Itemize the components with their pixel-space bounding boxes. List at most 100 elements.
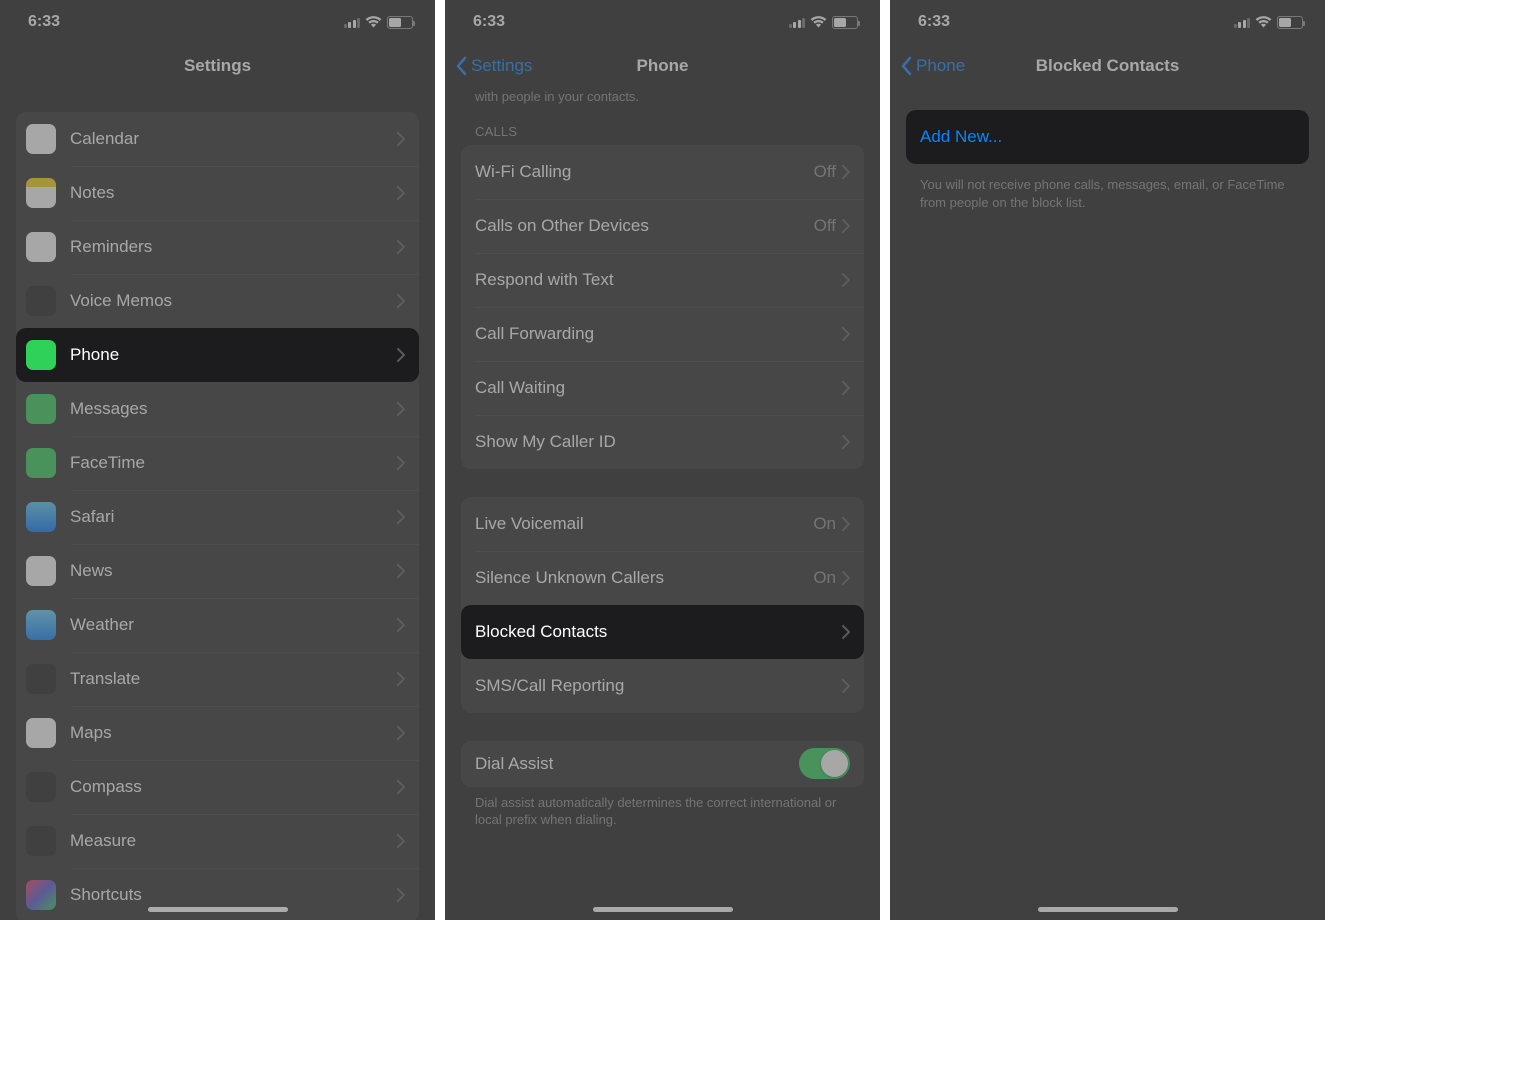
settings-row-voicememos[interactable]: Voice Memos [16, 274, 419, 328]
phone-row-respond-with-text[interactable]: Respond with Text [461, 253, 864, 307]
chevron-right-icon [842, 435, 850, 449]
settings-row-label: FaceTime [70, 453, 397, 473]
home-indicator[interactable] [593, 907, 733, 912]
settings-row-label: Messages [70, 399, 397, 419]
safari-icon [26, 502, 56, 532]
news-icon [26, 556, 56, 586]
blocked-footer: You will not receive phone calls, messag… [906, 164, 1309, 211]
settings-row-label: Maps [70, 723, 397, 743]
messages-icon [26, 394, 56, 424]
row-value: On [813, 514, 836, 534]
phone-settings-list[interactable]: with people in your contacts. CALLS Wi-F… [445, 88, 880, 920]
nav-bar: Settings [0, 44, 435, 88]
chevron-right-icon [397, 510, 405, 524]
screen-blocked-contacts: 6:33 48 Phone Blocked Contacts Add New..… [890, 0, 1325, 920]
status-right: 48 [344, 16, 414, 29]
settings-row-maps[interactable]: Maps [16, 706, 419, 760]
row-label: Call Waiting [475, 378, 842, 398]
back-button[interactable]: Phone [900, 44, 965, 88]
add-new-label: Add New... [920, 127, 1002, 147]
blocked-contacts-content[interactable]: Add New... You will not receive phone ca… [890, 88, 1325, 920]
settings-row-weather[interactable]: Weather [16, 598, 419, 652]
dial-assist-toggle[interactable] [799, 748, 850, 779]
dial-assist-label: Dial Assist [475, 754, 799, 774]
maps-icon [26, 718, 56, 748]
status-right: 48 [1234, 16, 1304, 29]
settings-row-phone[interactable]: Phone [16, 328, 419, 382]
calls-section-header: CALLS [461, 106, 864, 145]
settings-row-label: News [70, 561, 397, 581]
phone-row-show-my-caller-id[interactable]: Show My Caller ID [461, 415, 864, 469]
dial-assist-footer: Dial assist automatically determines the… [461, 787, 864, 829]
row-value: Off [814, 162, 836, 182]
settings-row-compass[interactable]: Compass [16, 760, 419, 814]
settings-row-measure[interactable]: Measure [16, 814, 419, 868]
status-bar: 6:33 48 [890, 0, 1325, 44]
settings-row-label: Voice Memos [70, 291, 397, 311]
phone-icon [26, 340, 56, 370]
settings-row-label: Reminders [70, 237, 397, 257]
signal-icon [344, 17, 361, 28]
phone-row-live-voicemail[interactable]: Live VoicemailOn [461, 497, 864, 551]
phone-row-wi-fi-calling[interactable]: Wi-Fi CallingOff [461, 145, 864, 199]
chevron-right-icon [842, 517, 850, 531]
settings-row-reminders[interactable]: Reminders [16, 220, 419, 274]
dial-assist-row[interactable]: Dial Assist [461, 741, 864, 787]
status-time: 6:33 [473, 13, 505, 31]
back-button[interactable]: Settings [455, 44, 532, 88]
home-indicator[interactable] [148, 907, 288, 912]
settings-list[interactable]: CalendarNotes Reminders Voice Memos Phone Me… [0, 88, 435, 920]
translate-icon [26, 664, 56, 694]
chevron-right-icon [397, 240, 405, 254]
settings-row-label: Compass [70, 777, 397, 797]
settings-row-label: Measure [70, 831, 397, 851]
row-label: Blocked Contacts [475, 622, 842, 642]
notes-icon [26, 178, 56, 208]
page-title: Settings [184, 56, 251, 76]
phone-row-call-waiting[interactable]: Call Waiting [461, 361, 864, 415]
settings-row-shortcuts[interactable]: Shortcuts [16, 868, 419, 920]
screen-phone-settings: 6:33 48 Settings Phone with people in yo… [445, 0, 880, 920]
voicememos-icon [26, 286, 56, 316]
row-label: Show My Caller ID [475, 432, 842, 452]
settings-row-facetime[interactable]: FaceTime [16, 436, 419, 490]
settings-row-label: Translate [70, 669, 397, 689]
status-bar: 6:33 48 [0, 0, 435, 44]
facetime-icon [26, 448, 56, 478]
row-label: Respond with Text [475, 270, 842, 290]
page-title: Phone [637, 56, 689, 76]
settings-row-calendar[interactable]: Calendar [16, 112, 419, 166]
shortcuts-icon [26, 880, 56, 910]
phone-row-call-forwarding[interactable]: Call Forwarding [461, 307, 864, 361]
battery-icon: 48 [387, 16, 413, 29]
chevron-right-icon [842, 327, 850, 341]
chevron-right-icon [397, 402, 405, 416]
measure-icon [26, 826, 56, 856]
settings-row-messages[interactable]: Messages [16, 382, 419, 436]
status-right: 48 [789, 16, 859, 29]
status-bar: 6:33 48 [445, 0, 880, 44]
home-indicator[interactable] [1038, 907, 1178, 912]
row-value: On [813, 568, 836, 588]
phone-row-sms-call-reporting[interactable]: SMS/Call Reporting [461, 659, 864, 713]
add-new-button[interactable]: Add New... [906, 110, 1309, 164]
wifi-icon [810, 16, 827, 28]
phone-row-silence-unknown-callers[interactable]: Silence Unknown CallersOn [461, 551, 864, 605]
chevron-right-icon [397, 564, 405, 578]
phone-row-blocked-contacts[interactable]: Blocked Contacts [461, 605, 864, 659]
nav-bar: Settings Phone [445, 44, 880, 88]
chevron-right-icon [842, 381, 850, 395]
calendar-icon [26, 124, 56, 154]
chevron-right-icon [397, 888, 405, 902]
settings-row-translate[interactable]: Translate [16, 652, 419, 706]
settings-row-safari[interactable]: Safari [16, 490, 419, 544]
chevron-right-icon [397, 186, 405, 200]
phone-row-calls-on-other-devices[interactable]: Calls on Other DevicesOff [461, 199, 864, 253]
chevron-right-icon [842, 219, 850, 233]
truncated-prev-footer: with people in your contacts. [461, 88, 864, 106]
chevron-left-icon [900, 56, 914, 76]
chevron-right-icon [842, 571, 850, 585]
row-label: SMS/Call Reporting [475, 676, 842, 696]
settings-row-notes[interactable]: Notes [16, 166, 419, 220]
settings-row-news[interactable]: News [16, 544, 419, 598]
